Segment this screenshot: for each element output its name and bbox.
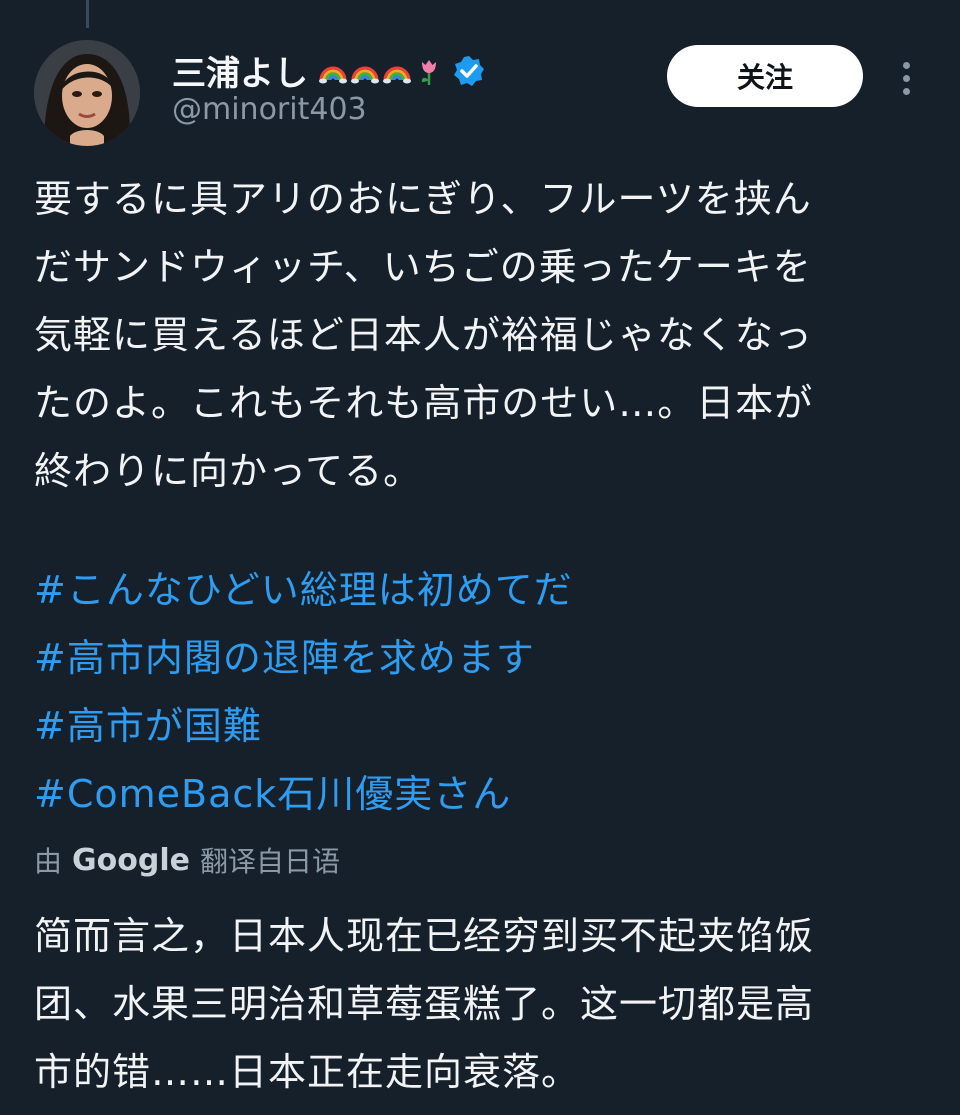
translated-line: 团、水果三明治和草莓蛋糕了。这一切都是高 [34,982,815,1026]
post-line: 終わりに向かってる。 [34,449,423,493]
name-emoji-group [318,56,444,86]
more-dot [902,75,910,82]
rainbow-icon [319,66,347,83]
hashtag-link[interactable]: #高市が国難 [34,692,924,760]
more-dot [902,88,910,95]
user-display-name-row[interactable]: 三浦よし [172,46,486,95]
post-line: 要するに具アリのおにぎり、フルーツを挟ん [34,177,812,221]
google-logo: Google [72,842,190,878]
more-vertical-icon[interactable] [894,58,918,98]
post-text: 要するに具アリのおにぎり、フルーツを挟ん だサンドウィッチ、いちごの乗ったケーキ… [34,165,924,505]
post-line: だサンドウィッチ、いちごの乗ったケーキを [34,245,812,289]
avatar[interactable] [34,40,140,146]
avatar-portrait-icon [34,40,140,146]
display-name[interactable]: 三浦よし [172,46,308,95]
translated-line: 简而言之，日本人现在已经穷到买不起夹馅饭 [34,914,815,958]
more-dot [902,62,910,69]
thread-connector-line [86,0,89,28]
tulip-icon [421,59,436,85]
translated-text: 简而言之，日本人现在已经穷到买不起夹馅饭 团、水果三明治和草莓蛋糕了。这一切都是… [34,902,924,1106]
post-line: たのよ。これもそれも高市のせい…。日本が [34,381,814,425]
post-line: 気軽に買えるほど日本人が裕福じゃなくなっ [34,313,813,357]
translation-by-label: 由 [34,845,63,878]
verified-badge-icon [454,55,484,86]
hashtag-list: #こんなひどい総理は初めてだ #高市内閣の退陣を求めます #高市が国難 #Com… [34,556,924,828]
translation-source-label: 翻译自日语 [199,845,340,878]
hashtag-link[interactable]: #ComeBack石川優実さん [34,760,924,828]
rainbow-icon [351,66,379,83]
hashtag-link[interactable]: #こんなひどい総理は初めてだ [34,556,924,624]
rainbow-icon [383,66,411,83]
follow-button[interactable]: 关注 [667,45,863,107]
translation-attribution[interactable]: 由 Google 翻译自日语 [34,840,340,880]
user-handle[interactable]: @minorit403 [172,92,367,127]
translated-line: 市的错……日本正在走向衰落。 [34,1050,581,1094]
hashtag-link[interactable]: #高市内閣の退陣を求めます [34,624,924,692]
